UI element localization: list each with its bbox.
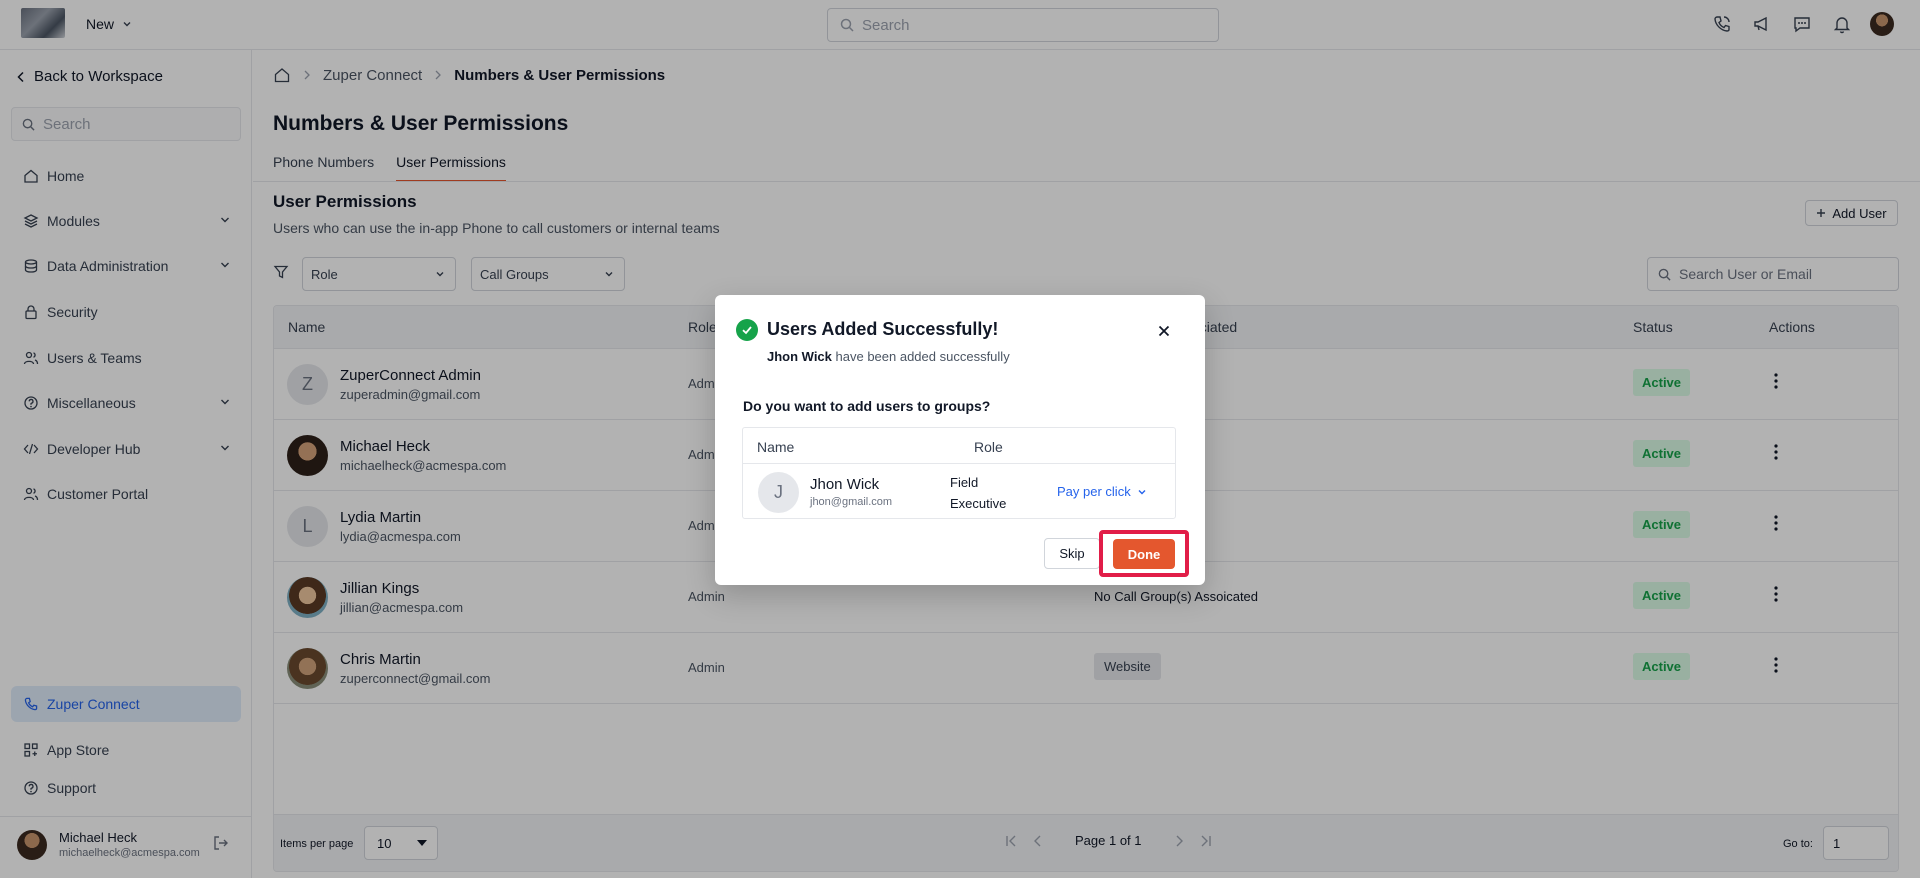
added-user-name: Jhon Wick bbox=[767, 349, 832, 364]
group-select[interactable]: Pay per click bbox=[1057, 484, 1147, 499]
group-select-value: Pay per click bbox=[1057, 484, 1131, 499]
user-role: Field Executive bbox=[950, 475, 1007, 511]
user-email: jhon@gmail.com bbox=[810, 496, 893, 508]
avatar: J bbox=[758, 472, 799, 513]
chevron-down-icon bbox=[1137, 487, 1147, 497]
group-assignment-table: Name Role J Jhon Wick jhon@gmail.com Fie… bbox=[742, 427, 1176, 519]
header-role: Role bbox=[974, 439, 1003, 455]
dialog-subtitle: Jhon Wick have been added successfully bbox=[767, 349, 1010, 364]
table-header: Name Role bbox=[743, 428, 1175, 464]
dialog-subtitle-text: have been added successfully bbox=[831, 349, 1010, 364]
skip-button[interactable]: Skip bbox=[1044, 538, 1100, 569]
done-button-highlight: Done bbox=[1099, 530, 1189, 577]
dialog-title: Users Added Successfully! bbox=[767, 319, 999, 339]
done-button[interactable]: Done bbox=[1113, 539, 1175, 569]
dialog-question: Do you want to add users to groups? bbox=[743, 398, 991, 414]
close-icon[interactable] bbox=[1158, 325, 1170, 337]
user-name: Jhon Wick bbox=[810, 476, 880, 493]
check-circle-icon bbox=[736, 319, 758, 341]
users-added-dialog: Users Added Successfully! Jhon Wick have… bbox=[715, 295, 1205, 585]
header-name: Name bbox=[757, 439, 795, 455]
